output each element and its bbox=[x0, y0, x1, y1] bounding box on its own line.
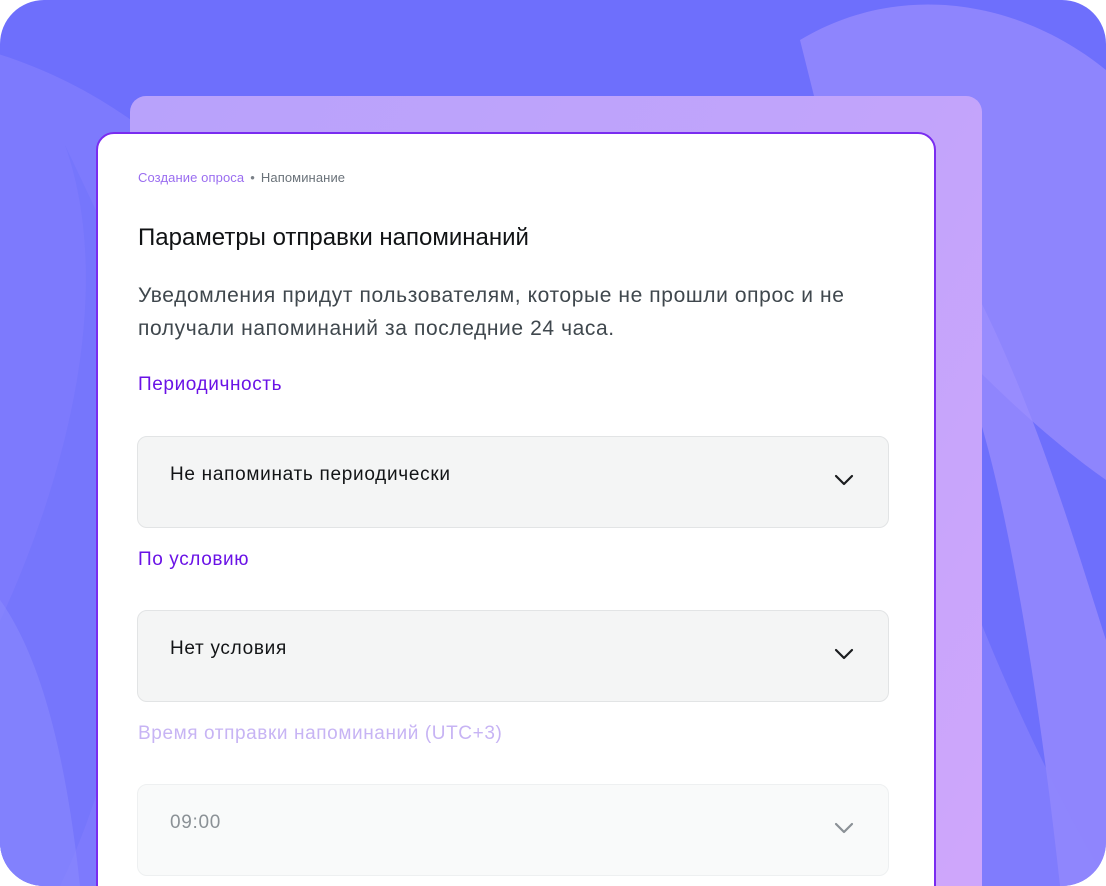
chevron-down-icon bbox=[834, 822, 854, 834]
condition-select-value: Нет условия bbox=[170, 638, 287, 659]
send-time-label: Время отправки напоминаний (UTC+3) bbox=[138, 723, 503, 744]
periodicity-select-value: Не напоминать периодически bbox=[170, 464, 451, 485]
periodicity-select[interactable]: Не напоминать периодически bbox=[137, 436, 889, 528]
send-time-select[interactable]: 09:00 bbox=[137, 784, 889, 876]
page-title: Параметры отправки напоминаний bbox=[138, 224, 529, 251]
periodicity-label: Периодичность bbox=[138, 374, 283, 395]
chevron-down-icon bbox=[834, 648, 854, 660]
breadcrumb-separator: • bbox=[250, 170, 255, 185]
condition-label: По условию bbox=[138, 549, 250, 570]
reminder-settings-card: Создание опроса • Напоминание Параметры от… bbox=[96, 132, 936, 886]
breadcrumb-current: Напоминание bbox=[260, 170, 346, 185]
page-description: Уведомления придут пользователям, которы… bbox=[138, 284, 845, 340]
breadcrumb-parent-link[interactable]: Создание опроса bbox=[138, 170, 244, 185]
condition-select[interactable]: Нет условия bbox=[137, 610, 889, 702]
chevron-down-icon bbox=[834, 474, 854, 486]
send-time-select-value: 09:00 bbox=[170, 812, 222, 833]
breadcrumb: Создание опроса • Напоминание bbox=[138, 170, 345, 185]
screen-frame: Создание опроса • Напоминание Параметры от… bbox=[0, 0, 1106, 886]
